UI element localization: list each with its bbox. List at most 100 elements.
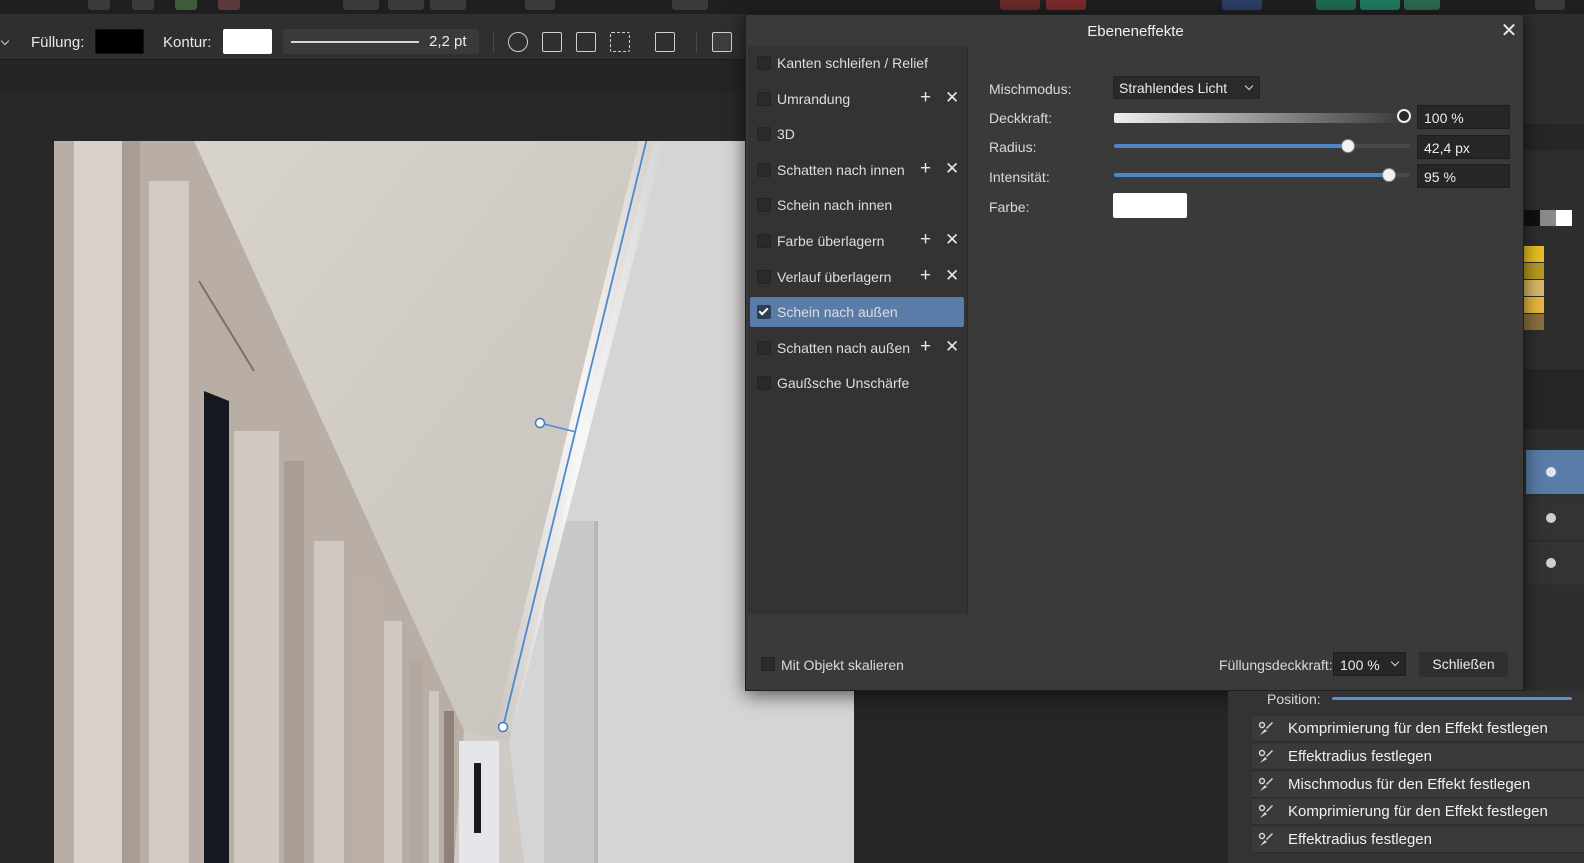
close-icon[interactable]: ✕ — [1499, 21, 1519, 41]
blend-mode-dropdown[interactable]: Strahlendes Licht — [1113, 76, 1260, 99]
fill-swatch[interactable] — [95, 29, 144, 54]
swatch-olive[interactable] — [1524, 263, 1544, 279]
scale-with-object-checkbox[interactable] — [761, 657, 775, 671]
tool-chip[interactable] — [1046, 0, 1086, 10]
effect-item[interactable]: Schein nach außen — [750, 297, 964, 328]
grid-icon[interactable] — [610, 32, 630, 52]
tool-chip[interactable] — [218, 0, 240, 10]
history-item[interactable]: Effektradius festlegen — [1252, 827, 1584, 854]
visibility-dot-icon[interactable] — [1546, 467, 1556, 477]
effect-item[interactable]: Verlauf überlagern + ✕ — [750, 262, 964, 292]
effect-item[interactable]: 3D — [750, 119, 964, 149]
remove-effect-icon[interactable]: ✕ — [945, 336, 959, 358]
transform-origin-icon[interactable] — [542, 32, 562, 52]
remove-effect-icon[interactable]: ✕ — [945, 87, 959, 109]
tool-chip[interactable] — [132, 0, 154, 10]
glow-color-well[interactable] — [1113, 193, 1187, 218]
tool-chip[interactable] — [1222, 0, 1262, 10]
corridor-photo[interactable] — [54, 141, 854, 863]
history-item[interactable]: Mischmodus für den Effekt festlegen — [1252, 771, 1584, 798]
tool-chip[interactable] — [1360, 0, 1400, 10]
tool-chip[interactable] — [1000, 0, 1040, 10]
tool-chip[interactable] — [525, 0, 555, 10]
swatch-sand[interactable] — [1524, 280, 1544, 296]
opacity-field[interactable]: 100 % — [1417, 105, 1510, 129]
color-wheel-icon[interactable] — [175, 0, 197, 10]
intensity-field[interactable]: 95 % — [1417, 164, 1510, 188]
remove-effect-icon[interactable]: ✕ — [945, 158, 959, 180]
effect-checkbox[interactable] — [757, 91, 771, 106]
effect-checkbox[interactable] — [757, 234, 771, 248]
layer-row[interactable] — [1526, 497, 1584, 540]
layer-row[interactable] — [1526, 542, 1584, 585]
tool-chip[interactable] — [1404, 0, 1440, 10]
effect-list: Kanten schleifen / Relief Umrandung + ✕ 3D Sc… — [748, 46, 968, 614]
add-effect-icon[interactable]: + — [920, 87, 931, 109]
intensity-slider-handle[interactable] — [1382, 168, 1397, 182]
effect-item[interactable]: Farbe überlagern + ✕ — [750, 226, 964, 256]
align-left-icon[interactable] — [712, 32, 732, 52]
effect-item[interactable]: Schatten nach innen + ✕ — [750, 155, 964, 185]
panel-value-field[interactable] — [1524, 124, 1584, 150]
swatch-brown[interactable] — [1524, 314, 1544, 330]
tool-chip[interactable] — [388, 0, 424, 10]
add-effect-icon[interactable]: + — [920, 229, 931, 251]
history-position-slider[interactable] — [1332, 697, 1572, 700]
effect-checkbox[interactable] — [757, 127, 771, 142]
history-item-label: Komprimierung für den Effekt festlegen — [1288, 803, 1548, 821]
document-canvas[interactable] — [0, 60, 854, 863]
effect-checkbox[interactable] — [757, 269, 771, 284]
remove-effect-icon[interactable]: ✕ — [945, 229, 959, 251]
effect-item[interactable]: Schatten nach außen + ✕ — [750, 333, 964, 363]
effect-label: Schein nach innen — [777, 197, 893, 214]
effect-checkbox[interactable] — [757, 56, 771, 70]
tool-chip[interactable] — [88, 0, 110, 10]
history-position-label: Position: — [1267, 691, 1321, 707]
history-item[interactable]: Komprimierung für den Effekt festlegen — [1252, 716, 1584, 742]
tool-chip[interactable] — [343, 0, 379, 10]
swatch-gold[interactable] — [1524, 297, 1544, 313]
opacity-slider-handle[interactable] — [1397, 109, 1411, 123]
visibility-dot-icon[interactable] — [1546, 558, 1556, 568]
history-item[interactable]: Komprimierung für den Effekt festlegen — [1252, 799, 1584, 826]
scale-with-object-label: Mit Objekt skalieren — [781, 657, 904, 673]
effect-item[interactable]: Umrandung + ✕ — [750, 84, 964, 114]
layer-row-selected[interactable] — [1526, 450, 1584, 494]
effect-item[interactable]: Schein nach innen — [750, 190, 964, 220]
add-effect-icon[interactable]: + — [920, 265, 931, 287]
radius-value: 42,4 px — [1424, 140, 1470, 156]
tool-chip[interactable] — [1316, 0, 1356, 10]
effect-item[interactable]: Gaußsche Unschärfe — [750, 368, 964, 398]
add-effect-icon[interactable]: + — [920, 336, 931, 358]
remove-effect-icon[interactable]: ✕ — [945, 265, 959, 287]
chevron-down-icon[interactable] — [0, 36, 10, 46]
fill-opacity-dropdown[interactable]: 100 % — [1333, 652, 1406, 676]
fit-width-icon[interactable] — [576, 32, 596, 52]
swatch-black[interactable] — [1524, 210, 1540, 226]
radius-slider-handle[interactable] — [1340, 139, 1355, 153]
effect-checkbox[interactable] — [757, 340, 771, 355]
swatch-gray[interactable] — [1540, 210, 1556, 226]
stroke-swatch[interactable] — [223, 29, 272, 54]
tool-chip[interactable] — [672, 0, 708, 10]
visibility-dot-icon[interactable] — [1546, 513, 1556, 523]
history-item[interactable]: Effektradius festlegen — [1252, 743, 1584, 770]
effect-checkbox[interactable] — [757, 376, 771, 391]
swatch-white[interactable] — [1556, 210, 1572, 226]
effect-checkbox[interactable] — [757, 198, 771, 213]
radius-field[interactable]: 42,4 px — [1417, 135, 1510, 159]
swatch-yellow[interactable] — [1524, 246, 1544, 262]
effect-checkbox[interactable] — [757, 162, 771, 177]
add-effect-icon[interactable]: + — [920, 158, 931, 180]
effect-checkbox[interactable] — [757, 305, 771, 320]
blend-mode-label: Mischmodus: — [989, 81, 1072, 97]
effect-item[interactable]: Kanten schleifen / Relief — [750, 48, 964, 78]
snap-icon[interactable] — [655, 32, 675, 52]
opacity-slider[interactable] — [1114, 113, 1404, 123]
target-icon[interactable] — [508, 32, 528, 52]
history-panel: Position: Komprimierung für den Effekt f… — [1228, 691, 1584, 863]
stroke-width-control[interactable]: 2,2 pt — [283, 29, 479, 54]
tool-chip[interactable] — [1535, 0, 1565, 10]
close-button[interactable]: Schließen — [1419, 652, 1508, 677]
tool-chip[interactable] — [430, 0, 466, 10]
